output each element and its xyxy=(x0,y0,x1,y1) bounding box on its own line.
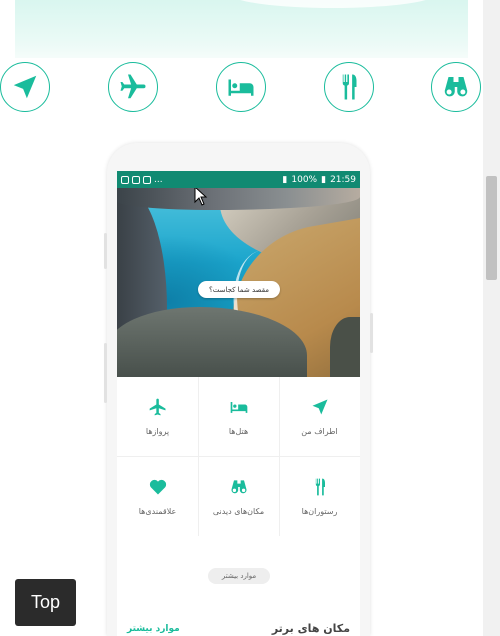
battery-level: 100% xyxy=(291,174,318,185)
grid-item-nearby[interactable]: اطراف من xyxy=(279,377,360,456)
back-to-top-button[interactable]: Top xyxy=(15,579,76,626)
notification-icon xyxy=(143,175,151,184)
status-bar: ... ▮ 100% ▮ 21:59 xyxy=(117,171,360,188)
binoculars-icon xyxy=(230,480,247,494)
clock: 21:59 xyxy=(330,174,356,185)
banner-wave-decoration xyxy=(228,0,438,8)
grid-item-label: رستوران‌ها xyxy=(301,507,338,516)
bed-icon[interactable] xyxy=(216,62,266,112)
scrollbar-thumb[interactable] xyxy=(486,176,497,280)
fork-knife-icon xyxy=(315,478,325,496)
airplane-icon[interactable] xyxy=(108,62,158,112)
more-items-button[interactable]: موارد بیشتر xyxy=(208,568,270,584)
binoculars-icon[interactable] xyxy=(431,62,481,112)
battery-icon: ▮ xyxy=(321,174,327,185)
notification-icon xyxy=(132,175,140,184)
destination-search[interactable]: مقصد شما کجاست؟ xyxy=(198,281,280,298)
grid-item-flights[interactable]: پروازها xyxy=(117,377,198,456)
phone-power-button xyxy=(370,313,373,353)
grid-item-label: مکان‌های دیدنی xyxy=(212,507,265,516)
status-notifications: ... xyxy=(121,175,163,185)
category-grid: پروازها هتل‌ها اطراف من علاقمندی‌ها مکان… xyxy=(117,377,360,536)
location-arrow-icon[interactable] xyxy=(0,62,50,112)
grid-item-label: هتل‌ها xyxy=(228,427,249,436)
grid-item-label: اطراف من xyxy=(301,427,338,436)
hero-image: مقصد شما کجاست؟ xyxy=(117,188,360,377)
grid-item-label: علاقمندی‌ها xyxy=(138,507,177,516)
phone-mockup: ... ▮ 100% ▮ 21:59 مقصد شما کجاست؟ پرواز… xyxy=(104,143,373,636)
fork-knife-icon[interactable] xyxy=(324,62,374,112)
hero-rock-right xyxy=(330,317,360,377)
grid-item-restaurants[interactable]: رستوران‌ها xyxy=(279,457,360,536)
phone-side-button xyxy=(104,343,107,403)
top-places-more-link[interactable]: موارد بیشتر xyxy=(127,624,180,634)
page-scrollbar[interactable] xyxy=(483,0,500,636)
grid-item-hotels[interactable]: هتل‌ها xyxy=(198,377,279,456)
top-banner xyxy=(15,0,468,58)
signal-icon: ▮ xyxy=(282,174,288,185)
feature-icon-row xyxy=(0,62,483,114)
grid-item-favorites[interactable]: علاقمندی‌ها xyxy=(117,457,198,536)
top-places-header: موارد بیشتر مکان های برتر xyxy=(117,621,360,636)
airplane-icon xyxy=(149,398,165,416)
phone-volume-button xyxy=(104,233,107,269)
heart-icon xyxy=(149,479,166,495)
top-places-title: مکان های برتر xyxy=(271,622,350,635)
grid-item-label: پروازها xyxy=(145,427,170,436)
mouse-cursor-icon xyxy=(194,188,208,206)
status-right: ▮ 100% ▮ 21:59 xyxy=(282,175,356,185)
status-overflow: ... xyxy=(154,174,163,185)
location-arrow-icon xyxy=(312,399,327,415)
grid-item-sights[interactable]: مکان‌های دیدنی xyxy=(198,457,279,536)
notification-icon xyxy=(121,175,129,184)
bed-icon xyxy=(230,402,247,413)
phone-screen: ... ▮ 100% ▮ 21:59 مقصد شما کجاست؟ پرواز… xyxy=(117,171,360,636)
